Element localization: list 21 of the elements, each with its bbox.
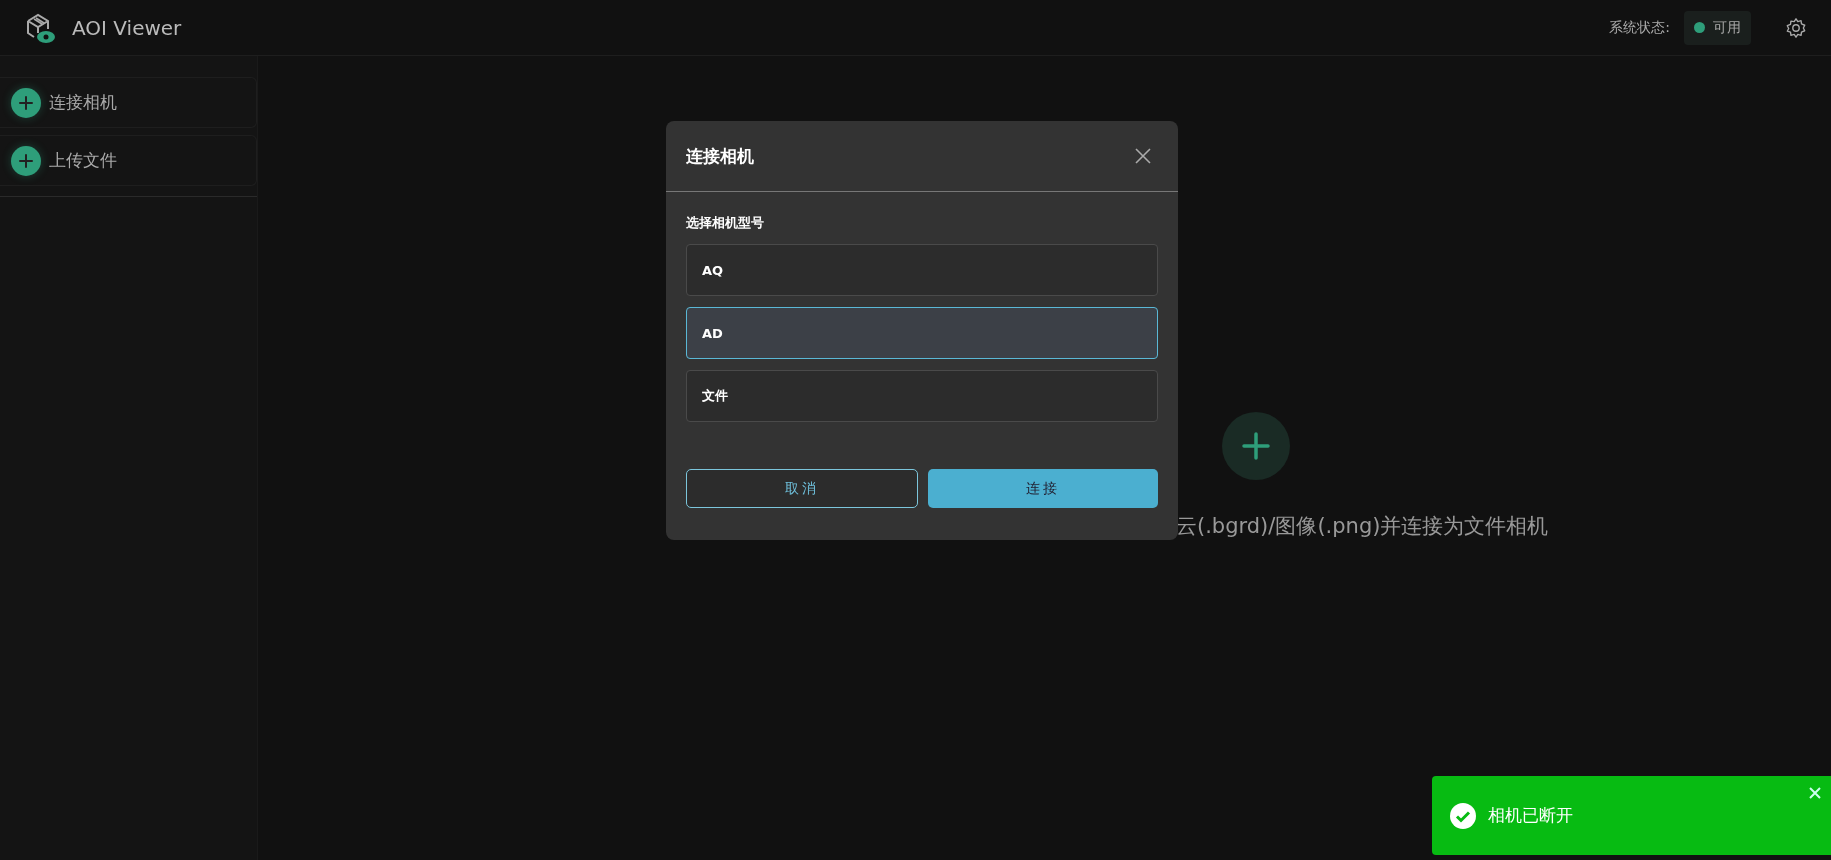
close-icon[interactable]: [1134, 147, 1152, 165]
sidebar-item[interactable]: 连接相机: [0, 77, 257, 128]
plus-icon: [11, 145, 41, 176]
app-title: AOI Viewer: [72, 15, 182, 40]
connect-button[interactable]: 连接: [928, 469, 1158, 508]
camera-option[interactable]: AD: [686, 307, 1158, 359]
cancel-button[interactable]: 取消: [686, 469, 918, 508]
empty-state-text: 云(.bgrd)/图像(.png)并连接为文件相机: [1176, 513, 1549, 540]
status-badge: 可用: [1684, 10, 1751, 45]
logo-icon: [24, 11, 56, 44]
settings-icon[interactable]: [1785, 16, 1807, 39]
plus-icon: [11, 87, 41, 118]
status-label: 系统状态:: [1609, 18, 1670, 37]
section-label: 选择相机型号: [686, 214, 765, 232]
dialog-title: 连接相机: [686, 144, 754, 168]
camera-option[interactable]: AQ: [686, 244, 1158, 296]
camera-option[interactable]: 文件: [686, 370, 1158, 422]
sidebar-item[interactable]: 上传文件: [0, 135, 257, 186]
add-icon[interactable]: [1222, 412, 1290, 480]
check-icon: [1450, 802, 1476, 829]
toast-message: 相机已断开: [1488, 804, 1573, 827]
